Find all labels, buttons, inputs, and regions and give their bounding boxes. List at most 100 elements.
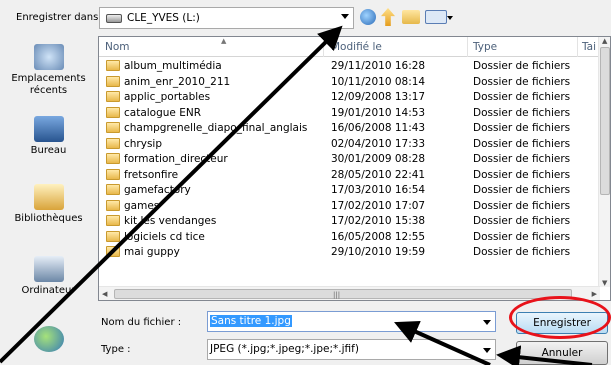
file-name: kit les vendanges	[124, 215, 217, 227]
chevron-down-icon[interactable]	[341, 14, 349, 19]
file-type: Dossier de fichiers	[473, 91, 571, 103]
table-row[interactable]: kit les vendanges 17/02/2010 15:38 Dossier…	[99, 213, 599, 229]
horizontal-scroll-thumb[interactable]: |||	[114, 289, 572, 299]
file-type: Dossier de fichiers	[473, 153, 571, 165]
save-button[interactable]: Enregistrer	[516, 312, 608, 334]
column-divider[interactable]	[467, 37, 468, 57]
file-type-select[interactable]: JPEG (*.jpg;*.jpeg;*.jpe;*.jfif)	[207, 339, 496, 360]
folder-icon	[106, 122, 120, 133]
file-type: Dossier de fichiers	[473, 215, 571, 227]
file-type: Dossier de fichiers	[473, 168, 571, 181]
column-headers: ▲ Nom Modifié le Type Tai	[99, 37, 610, 57]
scroll-left-icon[interactable]: ◀	[102, 290, 107, 298]
column-header-modified[interactable]: Modifié le	[331, 41, 382, 53]
file-type: Dossier de fichiers	[473, 106, 571, 119]
filename-value: Sans titre 1.jpg	[210, 315, 292, 327]
place-label: Emplacements récents	[11, 73, 86, 96]
place-label: Ordinateur	[21, 285, 76, 296]
table-row[interactable]: chrysip 02/04/2010 17:33 Dossier de fichie…	[99, 136, 599, 152]
up-folder-icon[interactable]	[381, 8, 395, 26]
file-list[interactable]: ▲ Nom Modifié le Type Tai album_multiméd…	[98, 36, 611, 301]
libraries-icon	[33, 184, 64, 210]
file-modified: 28/05/2010 22:41	[331, 168, 426, 181]
file-name: gamefactory	[124, 184, 191, 196]
place-desktop[interactable]: Bureau	[0, 116, 97, 157]
cancel-button[interactable]: Annuler	[516, 341, 608, 365]
location-value: CLE_YVES (L:)	[127, 12, 200, 24]
table-row[interactable]: gamefactory 17/03/2010 16:54 Dossier de fi…	[99, 182, 599, 198]
place-libraries[interactable]: Bibliothèques	[0, 184, 97, 225]
place-label: Bibliothèques	[14, 213, 83, 224]
file-modified: 16/05/2008 12:55	[331, 230, 426, 243]
new-folder-icon[interactable]	[402, 10, 420, 24]
folder-icon	[106, 153, 120, 164]
file-type: Dossier de fichiers	[473, 137, 571, 150]
table-row[interactable]: formation_directeur 30/01/2009 08:28 Dossi…	[99, 151, 599, 167]
column-header-type[interactable]: Type	[473, 41, 497, 53]
chevron-down-icon[interactable]	[483, 320, 491, 325]
file-modified: 17/02/2010 17:07	[331, 199, 426, 212]
file-type: Dossier de fichiers	[473, 199, 571, 212]
file-name: fretsonfire	[124, 168, 179, 181]
grip-icon: |||	[333, 291, 341, 299]
location-dropdown[interactable]: CLE_YVES (L:)	[99, 7, 354, 29]
folder-icon	[106, 199, 120, 211]
file-name: logiciels cd tice	[124, 230, 205, 243]
network-icon	[33, 326, 64, 352]
folder-icon	[106, 168, 120, 180]
folder-icon	[106, 137, 120, 149]
file-modified: 30/01/2009 08:28	[331, 153, 426, 165]
table-row[interactable]: anim_enr_2010_211 10/11/2010 08:14 Dossier…	[99, 74, 599, 90]
file-modified: 17/02/2010 15:38	[331, 215, 426, 227]
file-modified: 10/11/2010 08:14	[331, 75, 426, 88]
filename-label: Nom du fichier :	[101, 317, 182, 328]
file-type-value: JPEG (*.jpg;*.jpeg;*.jpe;*.jfif)	[210, 343, 359, 355]
table-row[interactable]: logiciels cd tice 16/05/2008 12:55 Dossier…	[99, 229, 599, 245]
file-name: mai guppy	[124, 246, 180, 258]
top-toolbar: Enregistrer dans : CLE_YVES (L:)	[0, 0, 611, 36]
vertical-scrollbar[interactable]: ▲ ▼	[598, 37, 610, 287]
file-name: album_multimédia	[124, 60, 222, 72]
folder-icon	[106, 75, 120, 87]
folder-icon	[106, 91, 120, 102]
view-menu-icon[interactable]	[425, 10, 453, 24]
scroll-down-icon[interactable]: ▼	[602, 279, 607, 287]
scroll-right-icon[interactable]: ▶	[592, 290, 597, 298]
place-recent[interactable]: Emplacements récents	[0, 44, 97, 97]
table-row[interactable]: applic_portables 12/09/2008 13:17 Dossier …	[99, 89, 599, 105]
file-name: chrysip	[124, 137, 163, 150]
folder-icon	[106, 60, 120, 71]
horizontal-scrollbar[interactable]: ◀ ||| ▶	[99, 286, 600, 300]
vertical-scroll-thumb[interactable]	[600, 47, 610, 195]
file-name: games	[124, 199, 160, 212]
file-modified: 19/01/2010 14:53	[331, 106, 426, 119]
folder-icon	[106, 230, 120, 242]
file-name: formation_directeur	[124, 153, 228, 165]
table-row[interactable]: fretsonfire 28/05/2010 22:41 Dossier de fi…	[99, 167, 599, 183]
file-type: Dossier de fichiers	[473, 60, 571, 72]
column-divider[interactable]	[323, 37, 324, 57]
table-row[interactable]: album_multimédia 29/11/2010 16:28 Dossier …	[99, 58, 599, 74]
place-network[interactable]	[0, 326, 97, 355]
file-modified: 12/09/2008 13:17	[331, 91, 426, 103]
table-row[interactable]: mai guppy 29/10/2010 19:59 Dossier de fich…	[99, 244, 599, 260]
table-row[interactable]: champgrenelle_diapo_final_anglais 16/06/2…	[99, 120, 599, 136]
table-row[interactable]: catalogue ENR 19/01/2010 14:53 Dossier de …	[99, 105, 599, 121]
column-divider[interactable]	[577, 37, 578, 57]
file-modified: 17/03/2010 16:54	[331, 184, 426, 196]
chevron-down-icon[interactable]	[483, 348, 491, 353]
column-header-name[interactable]: Nom	[105, 41, 130, 53]
usb-drive-icon	[106, 13, 122, 23]
place-computer[interactable]: Ordinateur	[0, 256, 97, 297]
back-icon[interactable]	[360, 9, 376, 25]
file-name: catalogue ENR	[124, 106, 202, 119]
scroll-up-icon[interactable]: ▲	[602, 37, 607, 45]
column-header-size[interactable]: Tai	[582, 41, 596, 53]
place-label: Bureau	[30, 145, 67, 156]
desktop-icon	[33, 116, 64, 142]
filename-input[interactable]: Sans titre 1.jpg	[207, 311, 496, 332]
folder-icon	[106, 246, 120, 257]
table-row[interactable]: games 17/02/2010 17:07 Dossier de fichiers	[99, 198, 599, 214]
file-name: anim_enr_2010_211	[124, 75, 231, 88]
recent-places-icon	[33, 44, 64, 70]
